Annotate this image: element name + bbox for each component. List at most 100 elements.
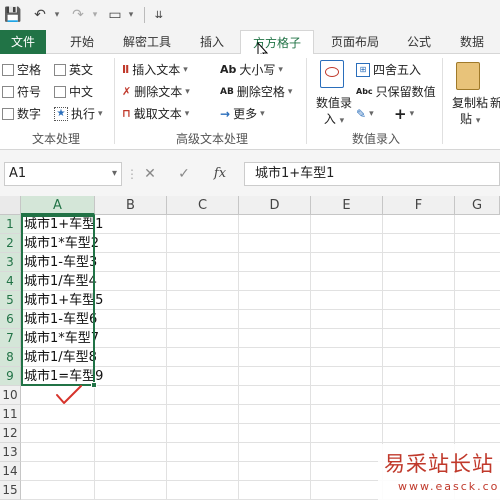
extract-text-icon: ⊓ bbox=[122, 107, 131, 120]
insert-text-label: 插入文本 bbox=[132, 63, 181, 77]
save-icon[interactable]: 💾 bbox=[4, 4, 22, 26]
checkbox-icon[interactable] bbox=[54, 86, 66, 98]
checkbox-icon[interactable] bbox=[54, 64, 66, 76]
column-header-c[interactable]: C bbox=[167, 196, 239, 215]
customize-dropdown-icon[interactable]: ▾ bbox=[126, 4, 136, 26]
column-header-d[interactable]: D bbox=[239, 196, 311, 215]
checkbox-label: 空格 bbox=[17, 63, 42, 77]
plus-button[interactable]: + ▾ bbox=[394, 104, 414, 124]
row-header-8[interactable]: 8 bbox=[0, 348, 21, 367]
execute-label: 执行 bbox=[71, 107, 96, 121]
ribbon-panel: 空格 英文 符号 中文 数字 ★ 执行 ▾ 文本处理 Ⅱ 插入文本 ▾ ✗ 删除文本 ▾ ⊓… bbox=[0, 54, 500, 150]
fill-handle[interactable] bbox=[91, 382, 97, 388]
row-header-4[interactable]: 4 bbox=[0, 272, 21, 291]
copy-paste-button[interactable]: 复制粘 贴 ▾ 新 bbox=[448, 58, 500, 126]
redo-dropdown-icon[interactable]: ▾ bbox=[90, 4, 100, 26]
row-header-11[interactable]: 11 bbox=[0, 405, 21, 424]
insert-function-icon[interactable]: fx bbox=[206, 162, 234, 186]
extract-text-button[interactable]: ⊓ 截取文本 ▾ bbox=[122, 104, 189, 124]
row-header-10[interactable]: 10 bbox=[0, 386, 21, 405]
column-header-f[interactable]: F bbox=[383, 196, 455, 215]
row-header-14[interactable]: 14 bbox=[0, 462, 21, 481]
enter-icon[interactable]: ✓ bbox=[170, 162, 198, 186]
insert-text-button[interactable]: Ⅱ 插入文本 ▾ bbox=[122, 60, 188, 80]
delete-text-label: 删除文本 bbox=[134, 85, 183, 99]
checkbox-space[interactable]: 空格 bbox=[2, 60, 41, 80]
more-button[interactable]: → 更多 ▾ bbox=[220, 104, 265, 124]
name-box-value: A1 bbox=[9, 166, 27, 181]
edit-button[interactable]: ✎ ▾ bbox=[356, 104, 374, 124]
column-header-e[interactable]: E bbox=[311, 196, 383, 215]
tab-insert[interactable]: 插入 bbox=[192, 30, 232, 54]
delete-space-button[interactable]: AB 删除空格 ▾ bbox=[220, 82, 292, 102]
dropdown-arrow-icon: ▾ bbox=[260, 109, 265, 119]
execute-button[interactable]: ★ 执行 ▾ bbox=[54, 104, 103, 124]
name-box-dropdown-icon[interactable]: ▾ bbox=[112, 163, 117, 185]
selection-range bbox=[21, 215, 95, 386]
checkbox-english[interactable]: 英文 bbox=[54, 60, 93, 80]
keep-numeric-label: 只保留数值 bbox=[375, 85, 436, 99]
row-header-2[interactable]: 2 bbox=[0, 234, 21, 253]
round-button[interactable]: ⊞ 四舍五入 bbox=[356, 60, 421, 80]
checkbox-number[interactable]: 数字 bbox=[2, 104, 41, 124]
row-header-13[interactable]: 13 bbox=[0, 443, 21, 462]
plus-icon: + bbox=[394, 105, 407, 123]
formula-input[interactable]: 城市1+车型1 bbox=[244, 162, 500, 186]
copy-paste-label-2: 贴 ▾ bbox=[460, 110, 480, 127]
column-header-a[interactable]: A bbox=[21, 196, 95, 215]
clipboard-icon bbox=[456, 62, 480, 90]
edit-icon: ✎ bbox=[356, 107, 367, 121]
undo-dropdown-icon[interactable]: ▾ bbox=[52, 4, 62, 26]
keep-numeric-icon: Abc bbox=[356, 87, 373, 96]
delete-space-icon: AB bbox=[220, 87, 234, 97]
watermark-title: 易采站长站 bbox=[384, 452, 494, 476]
delete-space-label: 删除空格 bbox=[236, 85, 285, 99]
select-all-corner[interactable] bbox=[0, 196, 21, 215]
customize-icon[interactable]: ▭ bbox=[104, 4, 126, 26]
cancel-icon[interactable]: ✕ bbox=[136, 162, 164, 186]
column-header-b[interactable]: B bbox=[95, 196, 167, 215]
execute-icon: ★ bbox=[54, 107, 68, 121]
arrow-right-icon: → bbox=[220, 107, 231, 121]
more-label: 更多 bbox=[233, 107, 258, 121]
tab-decrypt-tools[interactable]: 解密工具 bbox=[112, 30, 182, 54]
checkbox-icon[interactable] bbox=[2, 86, 14, 98]
tab-fangfang-gezi[interactable]: 方方格子 bbox=[240, 30, 314, 55]
checkbox-chinese[interactable]: 中文 bbox=[54, 82, 93, 102]
column-header-g[interactable]: G bbox=[455, 196, 500, 215]
tab-data[interactable]: 数据 bbox=[450, 30, 494, 54]
delete-text-button[interactable]: ✗ 删除文本 ▾ bbox=[122, 82, 190, 102]
quick-access-toolbar: 💾 ↶ ▾ ↷ ▾ ▭ ▾ ⇊ bbox=[0, 0, 500, 30]
undo-icon[interactable]: ↶ bbox=[30, 4, 50, 26]
numeric-entry-button[interactable]: 数值录 入 ▾ bbox=[312, 58, 356, 126]
row-header-15[interactable]: 15 bbox=[0, 481, 21, 500]
row-header-1[interactable]: 1 bbox=[0, 215, 21, 234]
group-separator bbox=[306, 58, 307, 144]
row-header-7[interactable]: 7 bbox=[0, 329, 21, 348]
group-label-advanced-text: 高级文本处理 bbox=[175, 132, 248, 146]
ribbon-tabs: 文件 开始 解密工具 插入 方方格子 页面布局 公式 数据 bbox=[0, 30, 500, 61]
delete-text-icon: ✗ bbox=[122, 85, 132, 98]
tab-file[interactable]: 文件 bbox=[0, 30, 46, 54]
more-commands-icon[interactable]: ⇊ bbox=[150, 4, 168, 26]
row-header-3[interactable]: 3 bbox=[0, 253, 21, 272]
checkbox-icon[interactable] bbox=[2, 64, 14, 76]
row-header-12[interactable]: 12 bbox=[0, 424, 21, 443]
keep-numeric-button[interactable]: Abc 只保留数值 bbox=[356, 82, 436, 102]
redo-icon[interactable]: ↷ bbox=[68, 4, 88, 26]
row-header-9[interactable]: 9 bbox=[0, 367, 21, 386]
name-box[interactable]: A1 ▾ bbox=[4, 162, 122, 186]
checkbox-label: 数字 bbox=[17, 107, 42, 121]
tab-home[interactable]: 开始 bbox=[58, 30, 106, 54]
dropdown-arrow-icon: ▾ bbox=[184, 109, 190, 119]
group-separator bbox=[114, 58, 115, 144]
checkbox-icon[interactable] bbox=[2, 108, 14, 120]
case-button[interactable]: Ab 大小写 ▾ bbox=[220, 60, 283, 80]
tab-formulas[interactable]: 公式 bbox=[398, 30, 440, 54]
checkbox-symbol[interactable]: 符号 bbox=[2, 82, 41, 102]
row-gridline bbox=[21, 423, 500, 424]
tab-page-layout[interactable]: 页面布局 bbox=[322, 30, 388, 54]
row-header-6[interactable]: 6 bbox=[0, 310, 21, 329]
group-label-numeric-entry: 数值录入 bbox=[351, 132, 400, 146]
row-header-5[interactable]: 5 bbox=[0, 291, 21, 310]
